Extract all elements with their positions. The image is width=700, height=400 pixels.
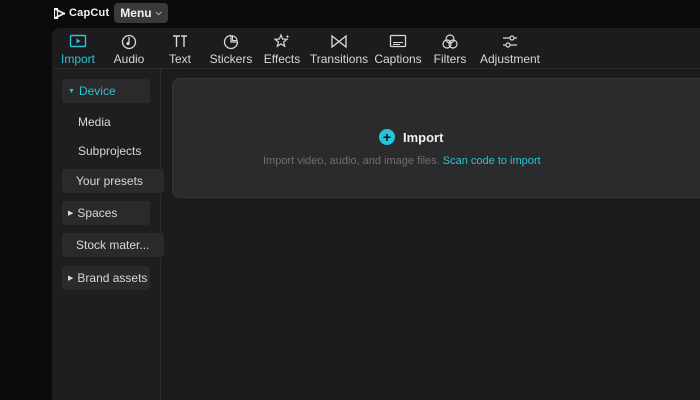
tab-label: Audio — [113, 52, 145, 66]
tab-label: Adjustment — [479, 52, 541, 66]
sidebar-item-label: Subprojects — [78, 144, 142, 158]
capcut-logo: CapCut — [54, 5, 109, 21]
editor-window: Import Audio Text Stickers Effects Trans… — [52, 28, 700, 400]
tab-effects[interactable]: Effects — [264, 28, 300, 68]
media-toolbar: Import Audio Text Stickers Effects Trans… — [52, 28, 700, 68]
tab-captions[interactable]: Captions — [374, 28, 422, 68]
adjustment-icon — [503, 35, 517, 48]
import-button-label: Import — [403, 129, 444, 145]
tab-label: Captions — [374, 52, 422, 66]
import-sidebar: ▼ Device Media Subprojects Your presets … — [52, 69, 164, 400]
import-icon — [69, 34, 87, 48]
sidebar-item-your-presets[interactable]: Your presets — [62, 169, 164, 193]
captions-icon — [389, 34, 407, 48]
caret-down-icon: ▼ — [68, 87, 75, 95]
sidebar-item-subprojects[interactable]: Subprojects — [62, 139, 166, 163]
caret-right-icon: ▶ — [68, 210, 74, 217]
title-bar: CapCut Menu ⌵ — [0, 0, 700, 28]
tab-label: Filters — [433, 52, 467, 66]
tab-label: Effects — [263, 52, 301, 66]
tab-import[interactable]: Import — [60, 28, 96, 68]
tab-transitions[interactable]: Transitions — [309, 28, 369, 68]
sidebar-item-label: Brand assets — [77, 271, 148, 285]
scan-code-link[interactable]: Scan code to import — [443, 155, 541, 167]
stickers-icon — [223, 34, 239, 50]
tab-filters[interactable]: Filters — [432, 28, 468, 68]
import-button[interactable]: + Import — [379, 129, 443, 145]
audio-icon — [121, 34, 137, 50]
filters-icon — [442, 34, 458, 49]
brand-name: CapCut — [69, 7, 110, 19]
chevron-down-icon: ⌵ — [155, 8, 162, 17]
effects-icon — [273, 33, 290, 48]
import-hint-text: Import video, audio, and image files. — [263, 155, 440, 167]
sidebar-item-device[interactable]: ▼ Device — [62, 79, 150, 103]
menu-button[interactable]: Menu ⌵ — [114, 3, 168, 23]
text-icon — [173, 35, 187, 47]
import-drop-zone[interactable]: + Import Import video, audio, and image … — [172, 78, 700, 198]
sidebar-item-label: Stock mater... — [76, 238, 150, 252]
caret-right-icon: ▶ — [68, 275, 74, 282]
tab-text[interactable]: Text — [166, 28, 194, 68]
menu-label: Menu — [120, 6, 152, 20]
capcut-logo-icon — [54, 7, 66, 19]
sidebar-item-label: Spaces — [77, 206, 118, 220]
tab-audio[interactable]: Audio — [112, 28, 146, 68]
sidebar-item-label: Media — [78, 115, 111, 129]
tab-stickers[interactable]: Stickers — [210, 28, 252, 68]
tab-label: Transitions — [309, 52, 369, 66]
tab-label: Stickers — [209, 52, 253, 66]
sidebar-item-label: Device — [78, 84, 116, 98]
tab-adjustment[interactable]: Adjustment — [478, 28, 542, 68]
transitions-icon — [331, 34, 347, 49]
sidebar-item-media[interactable]: Media — [62, 110, 166, 134]
sidebar-item-label: Your presets — [76, 174, 143, 188]
sidebar-item-stock-material[interactable]: Stock mater... — [62, 233, 164, 257]
tab-label: Import — [60, 52, 95, 66]
sidebar-item-spaces[interactable]: ▶ Spaces — [62, 201, 150, 225]
plus-icon: + — [379, 129, 395, 145]
sidebar-item-brand-assets[interactable]: ▶ Brand assets — [62, 266, 150, 290]
tab-label: Text — [168, 52, 191, 66]
import-hint: Import video, audio, and image files. Sc… — [263, 155, 541, 167]
